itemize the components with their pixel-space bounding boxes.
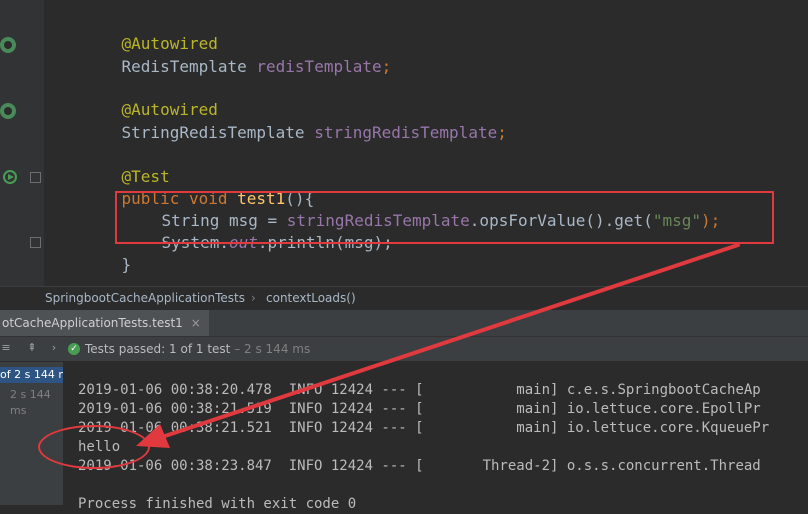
annotation-arrow bbox=[136, 243, 740, 448]
